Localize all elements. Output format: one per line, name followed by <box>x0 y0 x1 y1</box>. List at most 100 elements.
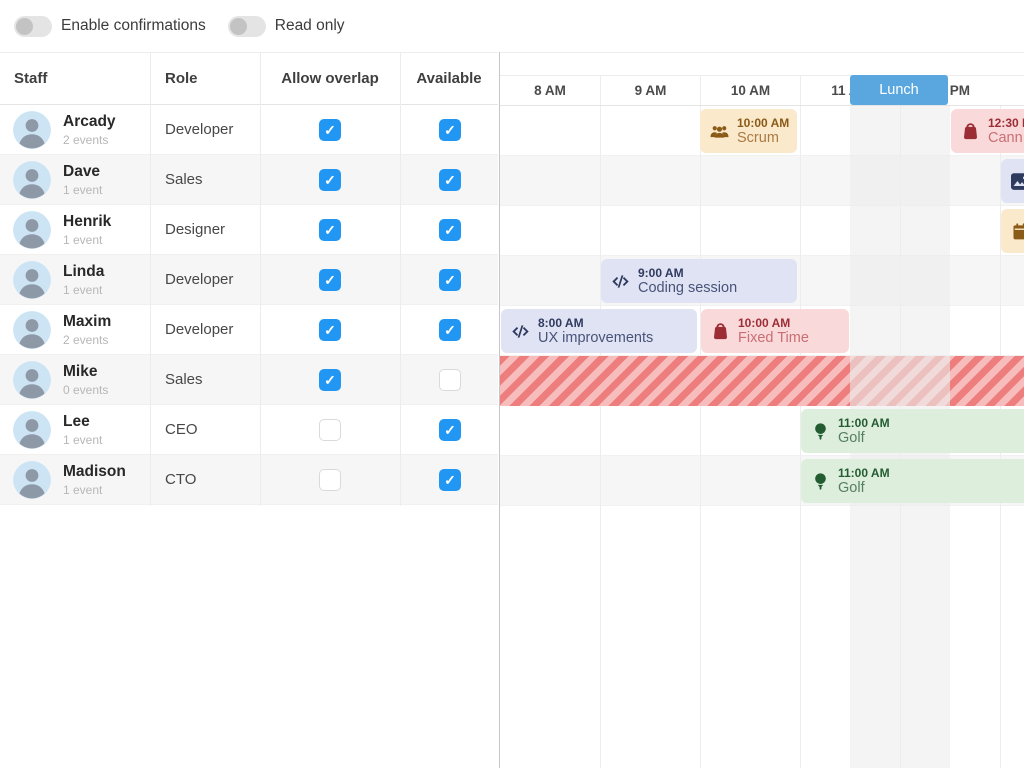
role-cell[interactable]: Developer <box>165 255 233 305</box>
time-axis-label: 8 AM <box>500 76 600 105</box>
column-header-role[interactable]: Role <box>165 53 198 105</box>
allow-overlap-checkbox[interactable] <box>319 469 341 491</box>
event-text: 11:00 AMGolf <box>838 416 890 447</box>
event-time: 12:30 PM <box>988 116 1024 130</box>
column-divider <box>150 52 151 506</box>
event-name: UX improvements <box>538 330 653 347</box>
toolbar: Enable confirmations Read only <box>0 0 1024 52</box>
staff-name: Maxim <box>63 313 111 331</box>
role-cell[interactable]: Designer <box>165 205 225 255</box>
column-header-allow-overlap[interactable]: Allow overlap <box>260 53 400 105</box>
event-golf[interactable]: 11:00 AMGolf <box>801 459 1024 503</box>
role-cell[interactable]: Developer <box>165 105 233 155</box>
avatar <box>13 161 51 199</box>
timeline-pane: 8 AM9 AM10 AM11 AM12 PM Lunch 10:00 AMSc… <box>500 52 1024 768</box>
toggle-knob <box>16 18 33 35</box>
event-scrum[interactable]: 10:00 AMScrum <box>700 109 797 153</box>
lunch-time-range-badge: Lunch <box>850 75 948 105</box>
available-checkbox[interactable]: ✓ <box>439 319 461 341</box>
column-header-staff[interactable]: Staff <box>14 53 47 105</box>
weight-icon <box>711 323 730 340</box>
event-time: 10:00 AM <box>737 116 789 130</box>
staff-grid: Arcady2 eventsDeveloper✓✓Dave1 eventSale… <box>0 105 498 505</box>
available-checkbox[interactable]: ✓ <box>439 469 461 491</box>
staff-name: Madison <box>63 463 126 481</box>
event-cann[interactable]: 12:30 PMCann <box>951 109 1024 153</box>
timeline-body: 10:00 AMScrum12:30 PMCann9:00 AMCoding s… <box>500 106 1024 768</box>
staff-row-henrik[interactable]: Henrik 1 event Designer ✓ ✓ <box>0 205 498 255</box>
allow-overlap-checkbox[interactable]: ✓ <box>319 319 341 341</box>
scheduler-app: Enable confirmations Read only Staff Rol… <box>0 0 1024 768</box>
staff-row-linda[interactable]: Linda1 eventDeveloper✓✓ <box>0 255 498 305</box>
available-checkbox[interactable]: ✓ <box>439 269 461 291</box>
staff-row-madison[interactable]: Madison 1 event CTO ✓ <box>0 455 498 505</box>
read-only-label: Read only <box>275 17 345 35</box>
staff-row-arcady[interactable]: Arcady 2 events Developer ✓ ✓ <box>0 105 498 155</box>
event-ux-improvements[interactable]: 8:00 AMUX improvements <box>501 309 697 353</box>
event-text: 11:00 AMGolf <box>838 466 890 497</box>
event-text: 10:00 AMFixed Time <box>738 316 809 347</box>
staff-row-maxim[interactable]: Maxim2 eventsDeveloper✓✓ <box>0 305 498 355</box>
allow-overlap-checkbox[interactable]: ✓ <box>319 119 341 141</box>
time-axis-header: 8 AM9 AM10 AM11 AM12 PM Lunch <box>500 53 1024 106</box>
grid-header: Staff Role Allow overlap Available <box>0 52 498 105</box>
hour-gridline <box>600 106 601 768</box>
event-name: Coding session <box>638 280 737 297</box>
role-cell[interactable]: CTO <box>165 455 196 505</box>
read-only-toggle[interactable] <box>228 16 266 37</box>
available-checkbox[interactable]: ✓ <box>439 119 461 141</box>
event-name: Scrum <box>737 130 789 147</box>
staff-event-count: 2 events <box>63 133 108 147</box>
role-cell[interactable]: CEO <box>165 405 198 455</box>
toggle-knob <box>230 18 247 35</box>
allow-overlap-checkbox[interactable]: ✓ <box>319 169 341 191</box>
staff-event-count: 1 event <box>63 233 102 247</box>
avatar <box>13 461 51 499</box>
event-coding-session[interactable]: 9:00 AMCoding session <box>601 259 797 303</box>
event-name: Golf <box>838 480 890 497</box>
staff-event-count: 1 event <box>63 483 102 497</box>
allow-overlap-checkbox[interactable]: ✓ <box>319 269 341 291</box>
allow-overlap-checkbox[interactable] <box>319 419 341 441</box>
event-image-icon[interactable] <box>1001 159 1024 203</box>
available-checkbox[interactable] <box>439 369 461 391</box>
event-name: Fixed Time <box>738 330 809 347</box>
role-cell[interactable]: Sales <box>165 155 203 205</box>
available-checkbox[interactable]: ✓ <box>439 419 461 441</box>
avatar <box>13 111 51 149</box>
staff-row-lee[interactable]: Lee1 eventCEO✓ <box>0 405 498 455</box>
event-time: 9:00 AM <box>638 266 737 280</box>
event-fixed-time[interactable]: 10:00 AMFixed Time <box>701 309 849 353</box>
event-text: 12:30 PMCann <box>988 116 1024 147</box>
weight-icon <box>961 123 980 140</box>
staff-name: Arcady <box>63 113 116 131</box>
event-name: Golf <box>838 430 890 447</box>
staff-name: Linda <box>63 263 104 281</box>
image-icon <box>1011 173 1024 190</box>
enable-confirmations-toggle[interactable] <box>14 16 52 37</box>
staff-name: Henrik <box>63 213 111 231</box>
staff-event-count: 1 event <box>63 433 102 447</box>
golf-ball-icon <box>811 423 830 440</box>
role-cell[interactable]: Developer <box>165 305 233 355</box>
allow-overlap-checkbox[interactable]: ✓ <box>319 219 341 241</box>
avatar <box>13 211 51 249</box>
event-golf[interactable]: 11:00 AMGolf <box>801 409 1024 453</box>
staff-row-dave[interactable]: Dave1 eventSales✓✓ <box>0 155 498 205</box>
avatar <box>13 261 51 299</box>
hour-gridline <box>700 106 701 768</box>
available-checkbox[interactable]: ✓ <box>439 169 461 191</box>
users-icon <box>710 123 729 140</box>
time-axis-label: 9 AM <box>600 76 700 105</box>
event-calendar-icon[interactable] <box>1001 209 1024 253</box>
available-checkbox[interactable]: ✓ <box>439 219 461 241</box>
golf-ball-icon <box>811 473 830 490</box>
allow-overlap-checkbox[interactable]: ✓ <box>319 369 341 391</box>
column-header-available[interactable]: Available <box>400 53 498 105</box>
avatar <box>13 361 51 399</box>
event-time: 10:00 AM <box>738 316 809 330</box>
column-divider <box>260 52 261 506</box>
enable-confirmations-label: Enable confirmations <box>61 17 206 35</box>
staff-row-mike[interactable]: Mike0 eventsSales✓ <box>0 355 498 405</box>
role-cell[interactable]: Sales <box>165 355 203 405</box>
